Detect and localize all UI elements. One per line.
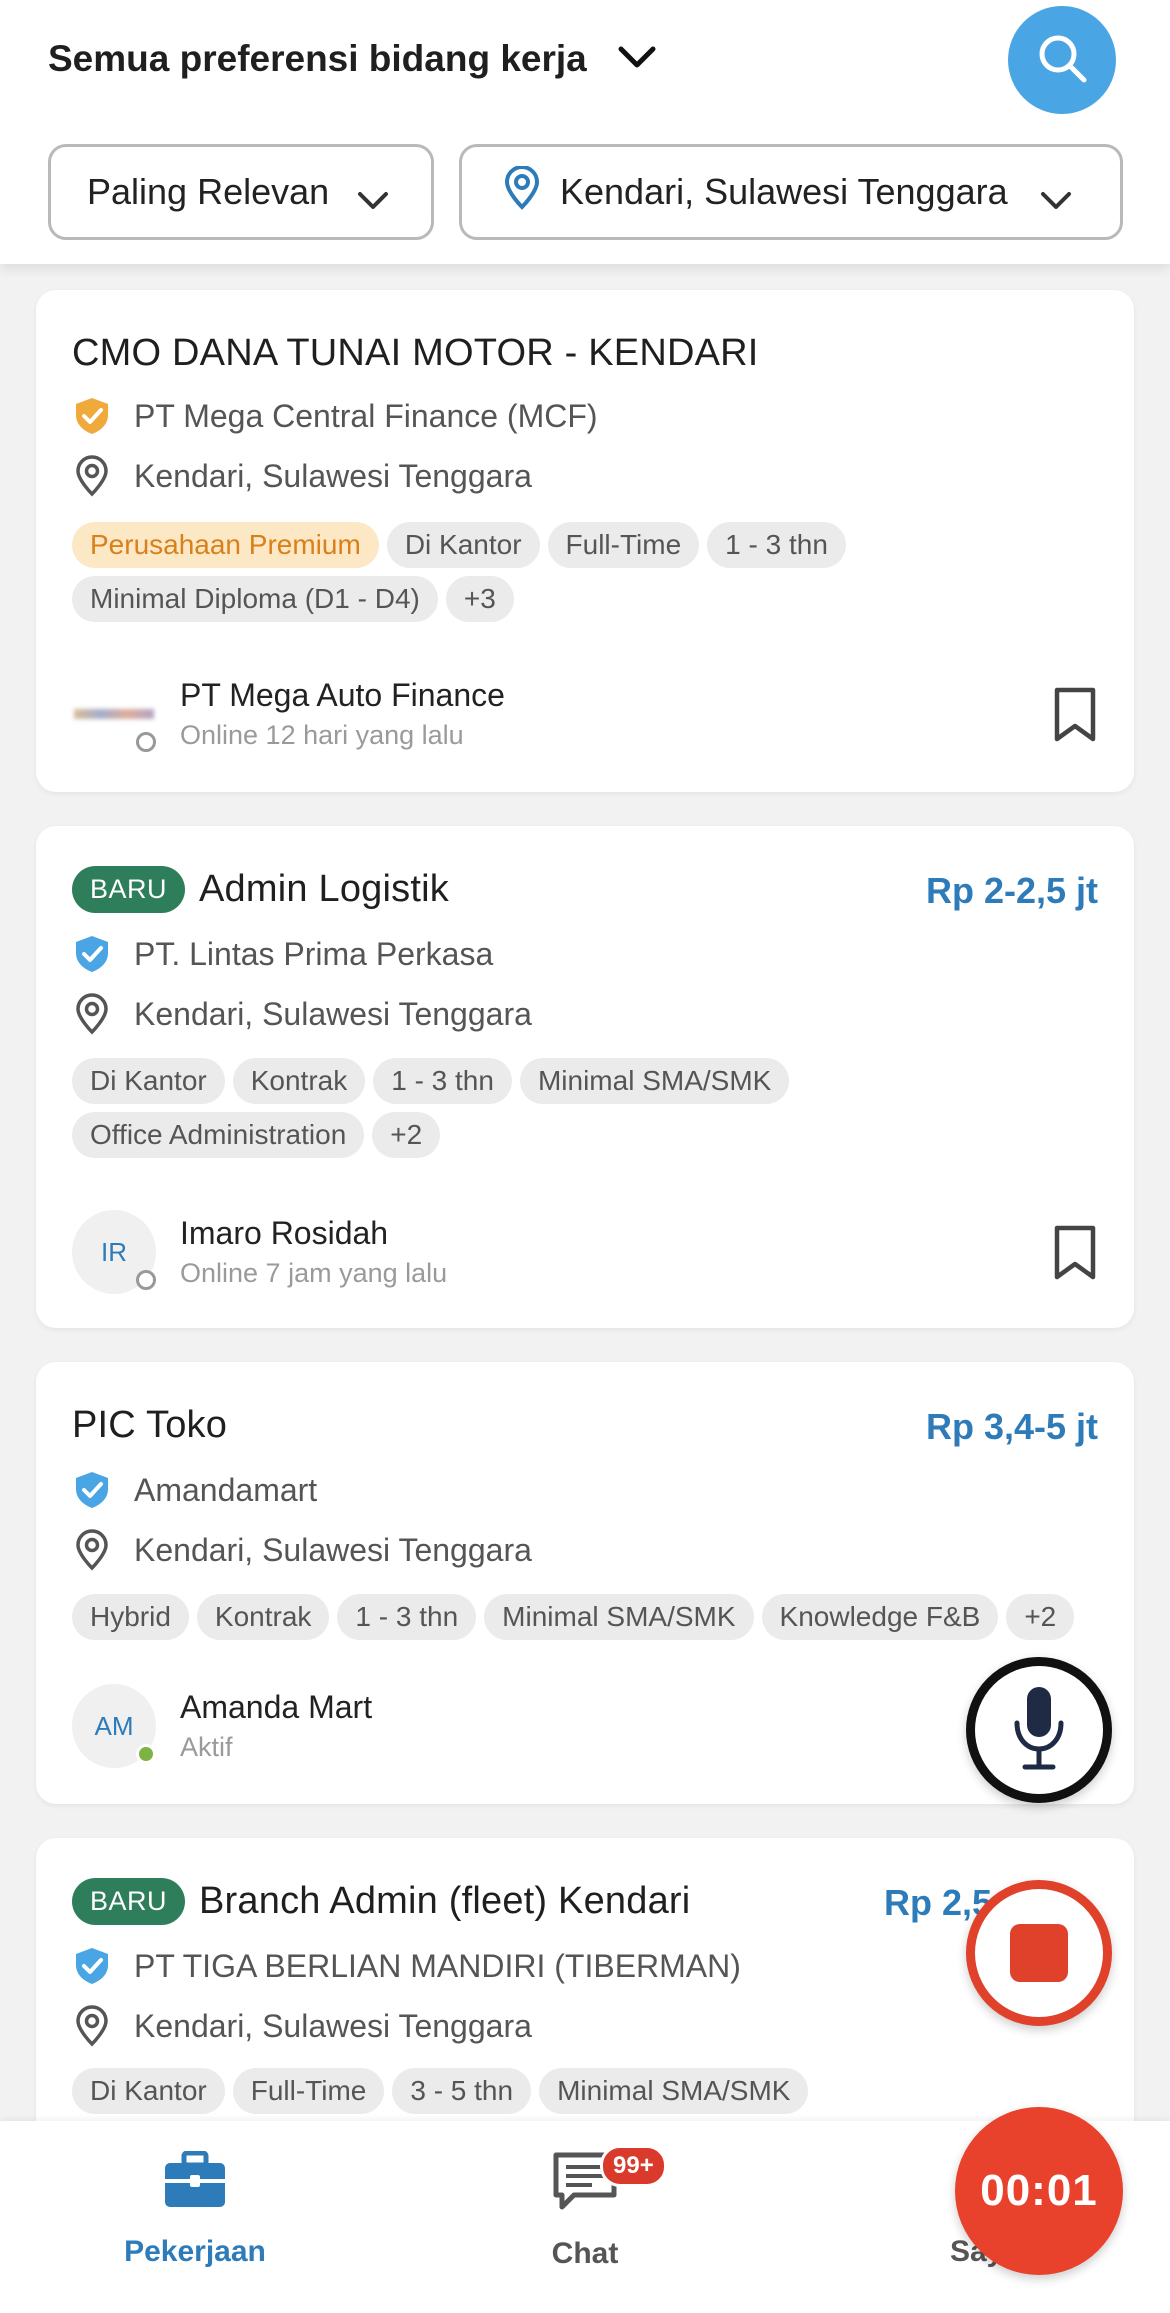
company-name: PT TIGA BERLIAN MANDIRI (TIBERMAN) [134, 1947, 741, 1984]
job-tags: Hybrid Kontrak 1 - 3 thn Minimal SMA/SMK… [72, 1594, 1098, 1640]
tag: Di Kantor [386, 522, 540, 568]
chat-unread-badge: 99+ [600, 2145, 667, 2187]
recording-timer[interactable]: 00:01 [955, 2107, 1123, 2275]
tag: 1 - 3 thn [337, 1594, 477, 1640]
company-name: PT. Lintas Prima Perkasa [134, 935, 494, 972]
tag: +2 [372, 1112, 441, 1158]
microphone-icon [1009, 1683, 1069, 1778]
tag: +3 [445, 576, 514, 622]
location-label: Kendari, Sulawesi Tenggara [560, 171, 1008, 212]
tag: 1 - 3 thn [373, 1058, 512, 1104]
job-location: Kendari, Sulawesi Tenggara [134, 995, 532, 1032]
salary: Rp 3,4-5 jt [925, 1406, 1098, 1447]
preference-label: Semua preferensi bidang kerja [48, 38, 587, 79]
job-card[interactable]: BARU Admin Logistik Rp 2-2,5 jt PT. Lint… [36, 826, 1134, 1328]
salary: Rp 2-2,5 jt [925, 870, 1098, 911]
job-tags: Di Kantor Kontrak 1 - 3 thn Minimal SMA/… [72, 1058, 1098, 1158]
location-pin-icon [72, 2005, 112, 2047]
verified-shield-icon [72, 1946, 112, 1986]
voice-mic-button[interactable] [966, 1657, 1112, 1803]
online-dot [136, 1744, 156, 1764]
tag: Di Kantor [72, 1058, 225, 1104]
job-title: Admin Logistik [199, 868, 449, 910]
recruiter-info: IR Imaro Rosidah Online 7 jam yang lalu [72, 1210, 1098, 1294]
tag: Di Kantor [72, 2068, 225, 2114]
job-card[interactable]: BARU Branch Admin (fleet) Kendari Rp 2,5… [36, 1838, 1134, 2138]
recruiter-info: AM Amanda Mart Aktif [72, 1684, 1098, 1768]
sort-dropdown[interactable]: Paling Relevan [48, 144, 434, 240]
nav-jobs[interactable]: Pekerjaan [110, 2150, 280, 2269]
nav-jobs-label: Pekerjaan [124, 2235, 266, 2268]
verified-shield-icon [72, 934, 112, 974]
new-badge: BARU [72, 866, 186, 913]
recruiter-initials: IR [101, 1236, 127, 1267]
recruiter-status: Online 12 hari yang lalu [180, 720, 464, 750]
verified-shield-icon [72, 1470, 112, 1510]
tag: Full-Time [547, 522, 700, 568]
tag-premium: Perusahaan Premium [72, 522, 379, 568]
job-location: Kendari, Sulawesi Tenggara [134, 2007, 532, 2044]
offline-dot [136, 1270, 156, 1290]
job-tags: Di Kantor Full-Time 3 - 5 thn Minimal SM… [72, 2068, 1098, 2114]
stop-recording-button[interactable] [966, 1880, 1112, 2026]
search-button[interactable] [1008, 6, 1116, 114]
recruiter-name: PT Mega Auto Finance [180, 677, 505, 713]
location-pin-icon [72, 1529, 112, 1571]
briefcase-icon [162, 2150, 228, 2217]
search-icon [1034, 30, 1090, 91]
tag: Kontrak [232, 1058, 366, 1104]
bookmark-icon[interactable] [1052, 686, 1098, 744]
sort-label: Paling Relevan [87, 171, 330, 212]
tag: 1 - 3 thn [707, 522, 846, 568]
job-tags: Perusahaan Premium Di Kantor Full-Time 1… [72, 522, 1098, 622]
job-title: Branch Admin (fleet) Kendari [199, 1880, 691, 1922]
tag: Minimal SMA/SMK [539, 2068, 809, 2114]
bookmark-icon[interactable] [1052, 1224, 1098, 1282]
location-pin-icon [72, 993, 112, 1035]
new-badge: BARU [72, 1878, 186, 1925]
offline-dot [136, 732, 156, 752]
job-title: PIC Toko [72, 1404, 228, 1446]
tag: Minimal SMA/SMK [519, 1058, 790, 1104]
location-dropdown[interactable]: Kendari, Sulawesi Tenggara [459, 144, 1123, 240]
tag: Hybrid [72, 1594, 189, 1640]
tag: 3 - 5 thn [392, 2068, 532, 2114]
nav-chat-label: Chat [551, 2237, 619, 2270]
company-name: Amandamart [134, 1471, 318, 1508]
job-title: CMO DANA TUNAI MOTOR - KENDARI [72, 332, 759, 374]
recruiter-name: Amanda Mart [180, 1689, 373, 1725]
recruiter-avatar [72, 672, 156, 756]
tag: Minimal SMA/SMK [484, 1594, 754, 1640]
nav-chat[interactable]: 99+ Chat [500, 2145, 670, 2271]
premium-shield-icon [72, 396, 112, 436]
tag: Kontrak [196, 1594, 330, 1640]
job-location: Kendari, Sulawesi Tenggara [134, 457, 532, 494]
job-location: Kendari, Sulawesi Tenggara [134, 1531, 532, 1568]
recruiter-initials: AM [94, 1710, 134, 1741]
recruiter-info: PT Mega Auto Finance Online 12 hari yang… [72, 672, 1098, 756]
preference-dropdown[interactable]: Semua preferensi bidang kerja [48, 38, 657, 80]
tag: Full-Time [232, 2068, 385, 2114]
chevron-down-icon [617, 38, 657, 80]
stop-icon [1010, 1924, 1068, 1982]
tag: Minimal Diploma (D1 - D4) [72, 576, 438, 622]
top-header: Semua preferensi bidang kerja Paling Rel… [0, 0, 1170, 264]
tag: Knowledge F&B [761, 1594, 999, 1640]
recruiter-status: Online 7 jam yang lalu [180, 1258, 448, 1288]
job-card[interactable]: CMO DANA TUNAI MOTOR - KENDARI PT Mega C… [36, 290, 1134, 792]
recruiter-avatar: AM [72, 1684, 156, 1768]
tag: Office Administration [72, 1112, 365, 1158]
chevron-down-icon [1040, 179, 1072, 221]
location-pin-icon [502, 164, 542, 219]
recruiter-name: Imaro Rosidah [180, 1215, 389, 1251]
chevron-down-icon [357, 179, 389, 221]
recruiter-avatar: IR [72, 1210, 156, 1294]
company-name: PT Mega Central Finance (MCF) [134, 397, 598, 434]
tag: +2 [1006, 1594, 1075, 1640]
recruiter-status: Aktif [180, 1732, 233, 1762]
location-pin-icon [72, 455, 112, 497]
